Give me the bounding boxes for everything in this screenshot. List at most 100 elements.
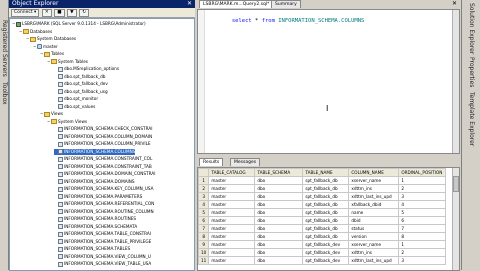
table-cell[interactable]: 3 <box>398 256 447 265</box>
row-number-cell[interactable]: 4 <box>198 200 210 209</box>
table-cell[interactable]: master <box>208 256 256 265</box>
table-cell[interactable]: spt_fallback_db <box>302 200 350 209</box>
table-cell[interactable]: xfallback_dbid <box>348 200 400 209</box>
tree-node[interactable]: INFORMATION_SCHEMA.COLUMN_PRIVILE <box>54 141 151 147</box>
table-cell[interactable]: 4 <box>398 200 447 209</box>
table-cell[interactable]: spt_fallback_db <box>302 224 350 233</box>
table-cell[interactable]: dbo <box>254 200 304 209</box>
table-row[interactable]: 11 master dbo spt_fallback_dev xdttm_last_in… <box>198 256 447 265</box>
table-row[interactable]: 10 master dbo spt_fallback_dev xdttm_ins 2 <box>198 248 447 257</box>
row-number-cell[interactable]: 9 <box>198 240 210 249</box>
table-cell[interactable]: xdttm_last_ins_upd <box>348 256 400 265</box>
row-number-cell[interactable]: 2 <box>198 184 210 193</box>
tab-query2[interactable]: LSBRG\MARK.m...Query2.sql* <box>199 0 274 8</box>
table-cell[interactable]: 6 <box>398 216 447 225</box>
disconnect-icon[interactable]: ✕ <box>41 9 52 17</box>
table-cell[interactable]: dbo <box>254 184 304 193</box>
editor-vertical-scrollbar[interactable] <box>452 10 459 153</box>
tree-node[interactable]: INFORMATION_SCHEMA.CONSTRAINT_COL <box>54 156 152 162</box>
table-cell[interactable]: master <box>208 208 256 217</box>
column-header[interactable]: COLUMN_NAME <box>348 168 400 177</box>
table-cell[interactable]: spt_fallback_db <box>302 176 350 185</box>
table-cell[interactable]: master <box>208 184 256 193</box>
tree-node[interactable]: dbo.MSreplication_options <box>54 66 119 72</box>
tab-solution-explorer[interactable]: Solution Explorer <box>468 3 475 54</box>
row-number-cell[interactable]: 7 <box>198 224 210 233</box>
tree-node[interactable]: INFORMATION_SCHEMA.ROUTINE_COLUMN <box>54 209 154 215</box>
tree-node[interactable]: INFORMATION_SCHEMA.COLUMNS <box>54 148 136 155</box>
tree-node[interactable]: − LSBRG\MARK (SQL Server 9.0.1314 - LSBRG… <box>12 21 146 27</box>
table-row[interactable]: 6 master dbo spt_fallback_db dbid 6 <box>198 216 447 225</box>
table-cell[interactable]: 8 <box>398 232 447 241</box>
results-vertical-scrollbar[interactable] <box>452 168 459 270</box>
table-cell[interactable]: spt_fallback_dev <box>302 256 350 265</box>
tree-node[interactable]: − Tables <box>40 51 64 57</box>
table-cell[interactable]: xserver_name <box>348 176 400 185</box>
table-cell[interactable]: dbo <box>254 192 304 201</box>
row-number-cell[interactable]: 1 <box>198 176 210 185</box>
table-row[interactable]: 1 master dbo spt_fallback_db xserver_name 1 <box>198 176 447 185</box>
filter-icon[interactable]: ▼ <box>67 9 77 17</box>
tree-node[interactable]: INFORMATION_SCHEMA.VIEW_TABLE_USA <box>54 261 151 267</box>
table-cell[interactable]: dbo <box>254 208 304 217</box>
row-number-cell[interactable]: 10 <box>198 248 210 257</box>
table-cell[interactable]: version <box>348 232 400 241</box>
table-cell[interactable]: 3 <box>398 192 447 201</box>
tree-node[interactable]: INFORMATION_SCHEMA.VIEW_COLUMN_U <box>54 254 151 260</box>
row-number-cell[interactable]: 3 <box>198 192 210 201</box>
table-cell[interactable]: dbo <box>254 176 304 185</box>
table-cell[interactable]: xdttm_ins <box>348 248 400 257</box>
table-cell[interactable]: spt_fallback_dev <box>302 248 350 257</box>
tab-messages[interactable]: Messages <box>230 158 261 166</box>
tab-template-explorer[interactable]: Template Explorer <box>468 92 475 146</box>
tree-node[interactable]: − System Tables <box>47 59 88 65</box>
table-row[interactable]: 5 master dbo spt_fallback_db name 5 <box>198 208 447 217</box>
tree-node[interactable]: − Views <box>40 111 63 117</box>
table-cell[interactable]: dbo <box>254 224 304 233</box>
tree-node[interactable]: dbo.spt_fallback_db <box>54 74 105 80</box>
table-cell[interactable]: spt_fallback_db <box>302 184 350 193</box>
table-cell[interactable]: 2 <box>398 184 447 193</box>
tree-node[interactable]: INFORMATION_SCHEMA.COLUMN_DOMAIN <box>54 134 152 140</box>
row-number-cell[interactable]: 11 <box>198 256 210 265</box>
tree-node[interactable]: INFORMATION_SCHEMA.DOMAIN_CONSTRAI <box>54 171 155 177</box>
column-header[interactable]: ORDINAL_POSITION <box>398 168 447 177</box>
tree-node[interactable]: INFORMATION_SCHEMA.DOMAINS <box>54 179 135 185</box>
table-row[interactable]: 3 master dbo spt_fallback_db xdttm_last_ins_… <box>198 192 447 201</box>
table-cell[interactable]: master <box>208 200 256 209</box>
row-number-cell[interactable]: 5 <box>198 208 210 217</box>
table-cell[interactable]: status <box>348 224 400 233</box>
table-cell[interactable]: 5 <box>398 208 447 217</box>
table-cell[interactable]: dbid <box>348 216 400 225</box>
tree-node[interactable]: INFORMATION_SCHEMA.TABLE_CONSTRAI <box>54 231 151 237</box>
tree-node[interactable]: dbo.spt_values <box>54 104 95 110</box>
row-number-cell[interactable]: 8 <box>198 232 210 241</box>
table-cell[interactable]: xserver_name <box>348 240 400 249</box>
table-row[interactable]: 4 master dbo spt_fallback_db xfallback_dbid 4 <box>198 200 447 209</box>
table-cell[interactable]: spt_fallback_db <box>302 232 350 241</box>
tree-node[interactable]: INFORMATION_SCHEMA.PARAMETERS <box>54 194 142 200</box>
table-cell[interactable]: 1 <box>398 240 447 249</box>
row-number-cell[interactable]: 6 <box>198 216 210 225</box>
table-row[interactable]: 8 master dbo spt_fallback_db version 8 <box>198 232 447 241</box>
tree-node[interactable]: INFORMATION_SCHEMA.TABLE_PRIVILEGE <box>54 239 151 245</box>
column-header[interactable]: TABLE_NAME <box>302 168 350 177</box>
tree-node[interactable]: dbo.spt_fallback_dev <box>54 81 108 87</box>
table-row[interactable]: 9 master dbo spt_fallback_dev xserver_name 1 <box>198 240 447 249</box>
tab-summary[interactable]: Summary <box>271 0 301 8</box>
tree-node[interactable]: INFORMATION_SCHEMA.CHECK_CONSTRAI <box>54 126 152 132</box>
column-header[interactable]: TABLE_SCHEMA <box>254 168 304 177</box>
tree-node[interactable]: INFORMATION_SCHEMA.REFERENTIAL_CON <box>54 201 154 207</box>
table-cell[interactable]: dbo <box>254 248 304 257</box>
tree-node[interactable]: INFORMATION_SCHEMA.SCHEMATA <box>54 224 137 230</box>
close-document-icon[interactable]: ✕ <box>452 0 457 8</box>
column-header[interactable]: TABLE_CATALOG <box>208 168 256 177</box>
table-cell[interactable]: spt_fallback_db <box>302 216 350 225</box>
tab-results[interactable]: Results <box>199 158 224 166</box>
tree-node[interactable]: − master <box>33 44 58 50</box>
table-cell[interactable]: master <box>208 224 256 233</box>
table-cell[interactable]: master <box>208 216 256 225</box>
tree-node[interactable]: dbo.spt_monitor <box>54 96 98 102</box>
tree-node[interactable]: − System Databases <box>26 36 76 42</box>
table-cell[interactable]: name <box>348 208 400 217</box>
